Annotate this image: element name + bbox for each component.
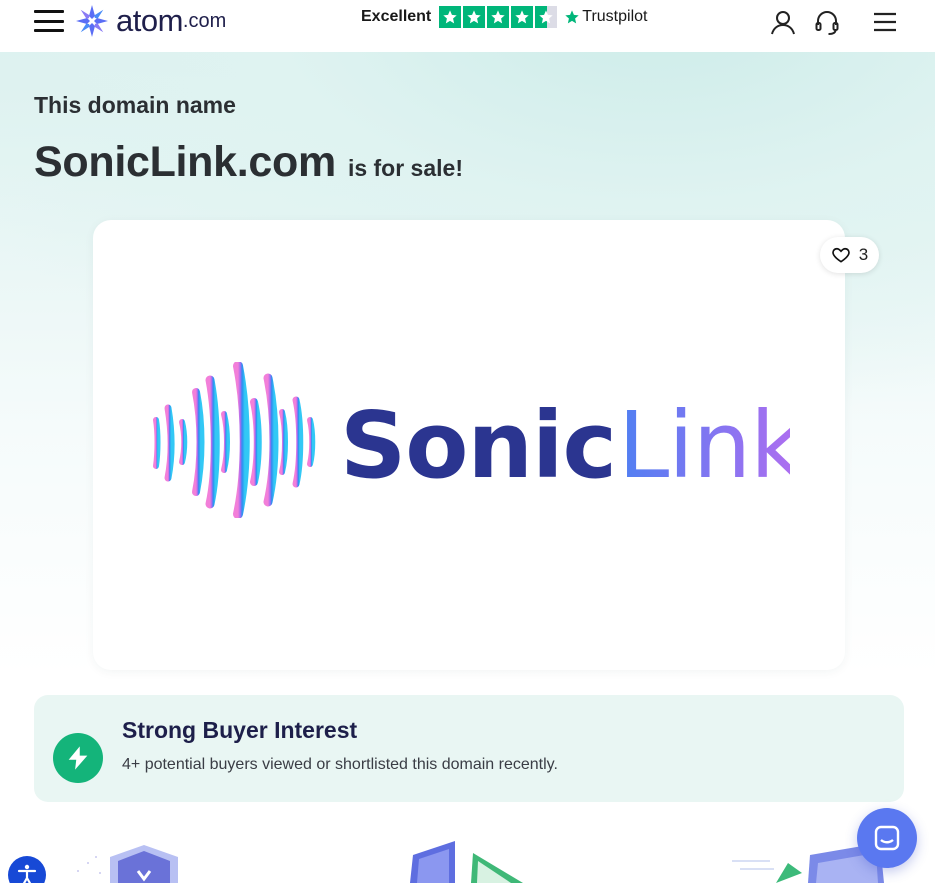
logo-text-link: Link: [618, 392, 790, 499]
sound-wave-icon: [153, 362, 316, 518]
user-icon[interactable]: [769, 8, 797, 36]
headset-icon[interactable]: [813, 8, 841, 36]
trustpilot-brand: Trustpilot: [564, 8, 647, 26]
star-icon: [463, 6, 486, 28]
star-icon: [487, 6, 510, 28]
trustpilot-star-icon: [565, 10, 579, 24]
buyer-interest-title: Strong Buyer Interest: [122, 717, 358, 743]
site-header: atom .com Excellent Trustpilot: [0, 0, 935, 52]
domain-heading: SonicLink.com is for sale!: [34, 138, 463, 187]
buyer-interest-description: 4+ potential buyers viewed or shortliste…: [122, 756, 558, 773]
star-icon: [439, 6, 462, 28]
accessibility-button[interactable]: [8, 856, 46, 883]
atom-logo-mark-icon: [76, 5, 108, 37]
domain-name: SonicLink.com: [34, 138, 336, 186]
atom-logo[interactable]: atom .com: [74, 2, 226, 40]
logo-tld: .com: [182, 9, 227, 32]
favorite-button[interactable]: 3: [820, 237, 879, 273]
trustpilot-rating-text: Excellent: [361, 8, 432, 25]
browser-illustration-icon: [410, 841, 523, 883]
half-star-icon: [535, 6, 558, 28]
trustpilot-rating[interactable]: Excellent Trustpilot: [361, 6, 647, 28]
shield-illustration-icon: [77, 845, 178, 883]
soniclink-brand-logo: Sonic Link: [150, 362, 790, 518]
soniclink-logo-svg: Sonic Link: [153, 362, 790, 518]
heart-icon: [832, 247, 850, 263]
chat-button[interactable]: [857, 808, 917, 868]
star-icon: [511, 6, 534, 28]
logo-word: atom: [116, 3, 183, 38]
trustpilot-brand-label: Trustpilot: [582, 8, 648, 25]
menu-icon[interactable]: [34, 10, 64, 32]
hero-section: This domain name SonicLink.com is for sa…: [0, 52, 935, 883]
logo-text-sonic: Sonic: [340, 392, 616, 499]
lightning-icon: [53, 733, 103, 783]
favorites-count: 3: [858, 245, 869, 264]
buyer-interest-panel: Strong Buyer Interest 4+ potential buyer…: [34, 695, 904, 802]
chat-icon: [874, 825, 900, 851]
hamburger-menu-icon[interactable]: [871, 8, 899, 36]
page-subtitle: This domain name: [34, 92, 236, 118]
trustpilot-stars: [439, 6, 558, 28]
accessibility-icon: [17, 864, 37, 883]
for-sale-label: is for sale!: [347, 155, 463, 181]
